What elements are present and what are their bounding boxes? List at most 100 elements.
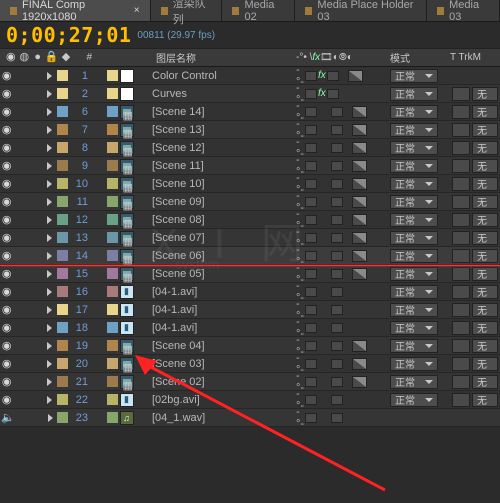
collapse-icon[interactable] — [352, 160, 367, 172]
label-color-2[interactable] — [107, 214, 118, 225]
trk-toggle[interactable] — [452, 303, 470, 317]
speaker-icon[interactable]: 🔈 — [1, 411, 15, 424]
layer-row[interactable]: ◉ 11 ▦ [Scene 09] -°- 正常 无 — [0, 193, 500, 211]
label-color-2[interactable] — [107, 268, 118, 279]
tab[interactable]: Media 03 — [427, 0, 500, 21]
switch-shy[interactable] — [305, 359, 317, 369]
twirl-icon[interactable] — [47, 342, 52, 350]
twirl-icon[interactable] — [47, 360, 52, 368]
trkmat-dropdown[interactable]: 无 — [472, 159, 498, 173]
layer-name[interactable]: [Scene 13] — [148, 121, 296, 139]
label-color[interactable] — [57, 142, 68, 153]
label-color[interactable] — [57, 268, 68, 279]
switch-mb[interactable] — [331, 215, 343, 225]
switch-shy[interactable] — [305, 179, 317, 189]
twirl-icon[interactable] — [47, 216, 52, 224]
switch-shy[interactable] — [305, 107, 317, 117]
collapse-icon[interactable] — [352, 340, 367, 352]
trk-toggle[interactable] — [452, 87, 470, 101]
switch-shy[interactable] — [305, 323, 317, 333]
blend-mode-dropdown[interactable]: 正常 — [390, 267, 438, 281]
column-trk[interactable]: T TrkM — [450, 49, 500, 67]
fx-badge[interactable]: fx — [318, 70, 326, 81]
trk-toggle[interactable] — [452, 375, 470, 389]
twirl-icon[interactable] — [47, 306, 52, 314]
layer-name[interactable]: [Scene 10] — [148, 175, 296, 193]
twirl-icon[interactable] — [47, 108, 52, 116]
eye-icon[interactable]: ◉ — [2, 339, 12, 352]
trk-toggle[interactable] — [452, 159, 470, 173]
trk-toggle[interactable] — [452, 213, 470, 227]
layer-row[interactable]: ◉ 7 ▦ [Scene 13] -°- 正常 无 — [0, 121, 500, 139]
switch-shy[interactable] — [305, 395, 317, 405]
layer-row[interactable]: ◉ 18 ▮ [04-1.avi] -°- 正常 无 — [0, 319, 500, 337]
layer-row[interactable]: ◉ 8 ▦ [Scene 12] -°- 正常 无 — [0, 139, 500, 157]
switch-shy[interactable] — [305, 161, 317, 171]
close-icon[interactable]: × — [134, 5, 140, 16]
twirl-icon[interactable] — [47, 144, 52, 152]
column-mode[interactable]: 模式 — [390, 49, 450, 67]
collapse-icon[interactable] — [352, 250, 367, 262]
blend-mode-dropdown[interactable]: 正常 — [390, 195, 438, 209]
label-color-2[interactable] — [107, 124, 118, 135]
lock-icon[interactable]: 🔒 — [45, 51, 58, 64]
switch-shy[interactable] — [305, 197, 317, 207]
column-layer-name[interactable]: 图层名称 — [152, 49, 296, 67]
blend-mode-dropdown[interactable]: 正常 — [390, 321, 438, 335]
timecode[interactable]: 0;00;27;01 — [6, 23, 131, 47]
trkmat-dropdown[interactable]: 无 — [472, 87, 498, 101]
label-color-2[interactable] — [107, 412, 118, 423]
label-color-2[interactable] — [107, 286, 118, 297]
label-color[interactable] — [57, 160, 68, 171]
label-color-2[interactable] — [107, 160, 118, 171]
eye-icon[interactable]: ◉ — [2, 105, 12, 118]
eye-icon[interactable]: ◉ — [2, 303, 12, 316]
switch-mb[interactable] — [331, 287, 343, 297]
switch-mb[interactable] — [331, 413, 343, 423]
trkmat-dropdown[interactable]: 无 — [472, 393, 498, 407]
layer-name[interactable]: [04-1.avi] — [148, 319, 296, 337]
layer-name[interactable]: [Scene 02] — [148, 373, 296, 391]
tab[interactable]: FINAL Comp 1920x1080× — [0, 0, 151, 21]
label-color-2[interactable] — [107, 340, 118, 351]
collapse-icon[interactable] — [352, 178, 367, 190]
tab[interactable]: Media 02 — [222, 0, 295, 21]
switch-mb[interactable] — [331, 143, 343, 153]
switch-mb[interactable] — [327, 89, 339, 99]
layer-name[interactable]: [04-1.avi] — [148, 283, 296, 301]
blend-mode-dropdown[interactable]: 正常 — [390, 177, 438, 191]
eye-icon[interactable]: ◉ — [2, 213, 12, 226]
trkmat-dropdown[interactable]: 无 — [472, 249, 498, 263]
switch-shy[interactable] — [305, 287, 317, 297]
label-color-2[interactable] — [107, 322, 118, 333]
label-swatch-icon[interactable]: ◆ — [60, 51, 73, 64]
label-color[interactable] — [57, 196, 68, 207]
twirl-icon[interactable] — [47, 72, 52, 80]
layer-row[interactable]: ◉ 22 ▮ [02bg.avi] -°- 正常 无 — [0, 391, 500, 409]
trkmat-dropdown[interactable]: 无 — [472, 231, 498, 245]
trkmat-dropdown[interactable]: 无 — [472, 123, 498, 137]
switch-shy[interactable] — [305, 413, 317, 423]
trkmat-dropdown[interactable]: 无 — [472, 213, 498, 227]
label-color[interactable] — [57, 322, 68, 333]
switch-mb[interactable] — [331, 179, 343, 189]
collapse-icon[interactable] — [352, 268, 367, 280]
blend-mode-dropdown[interactable]: 正常 — [390, 375, 438, 389]
trkmat-dropdown[interactable]: 无 — [472, 141, 498, 155]
collapse-icon[interactable] — [352, 358, 367, 370]
switch-mb[interactable] — [331, 161, 343, 171]
collapse-icon[interactable] — [352, 376, 367, 388]
blend-mode-dropdown[interactable]: 正常 — [390, 141, 438, 155]
switch-shy[interactable] — [305, 125, 317, 135]
trk-toggle[interactable] — [452, 231, 470, 245]
layer-name[interactable]: [Scene 05] — [148, 265, 296, 283]
blend-mode-dropdown[interactable]: 正常 — [390, 105, 438, 119]
label-color-2[interactable] — [107, 304, 118, 315]
blend-mode-dropdown[interactable]: 正常 — [390, 159, 438, 173]
blend-mode-dropdown[interactable]: 正常 — [390, 357, 438, 371]
collapse-icon[interactable] — [352, 142, 367, 154]
tab[interactable]: 渲染队列 — [151, 0, 223, 21]
label-color[interactable] — [57, 250, 68, 261]
trk-toggle[interactable] — [452, 339, 470, 353]
collapse-icon[interactable] — [352, 232, 367, 244]
